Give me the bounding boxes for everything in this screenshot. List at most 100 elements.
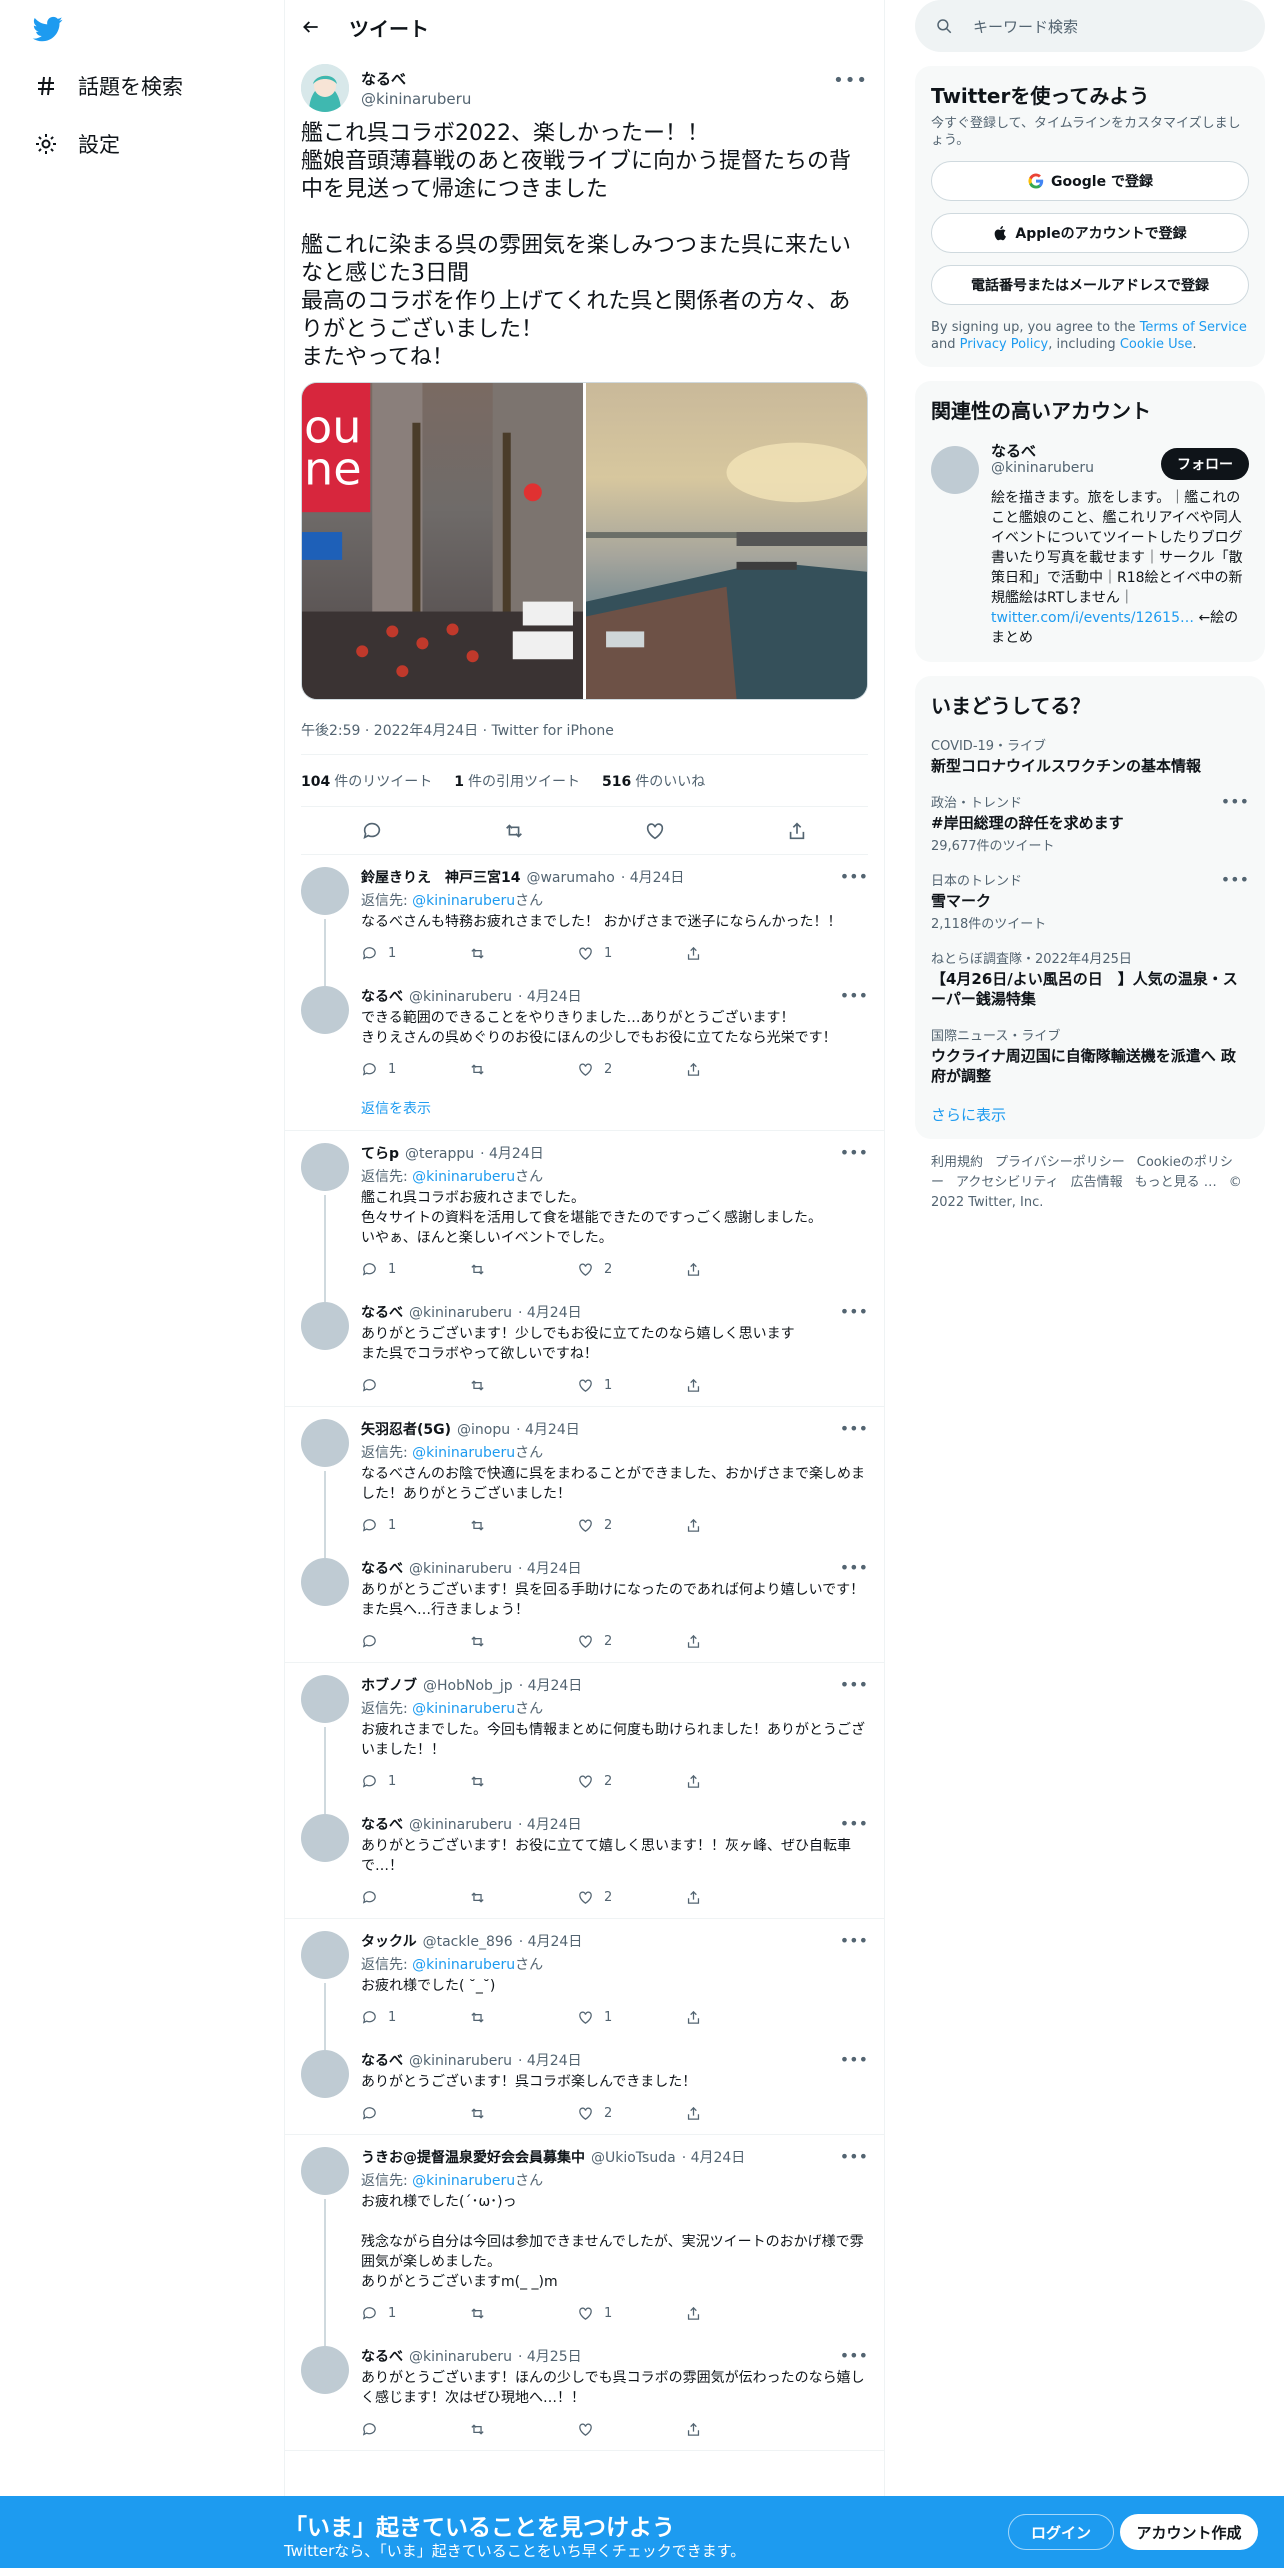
quote-count[interactable]: 1 件の引用ツイート — [454, 771, 580, 791]
reply-icon[interactable] — [361, 2105, 469, 2122]
trend-item[interactable]: 国際ニュース・ライブ ウクライナ周辺国に自衛隊輸送機を派遣へ 政府が調整 — [931, 1025, 1249, 1086]
more-icon[interactable]: ••• — [840, 2147, 868, 2166]
reply-icon[interactable]: 1 — [361, 1773, 469, 1790]
share-icon[interactable] — [685, 2305, 793, 2322]
reply-date[interactable]: · 4月24日 — [621, 867, 685, 887]
retweet-icon[interactable] — [469, 945, 577, 962]
reply-handle[interactable]: @kininaruberu — [409, 1817, 512, 1833]
share-icon[interactable] — [685, 1261, 793, 1278]
reply-icon[interactable] — [361, 1889, 469, 1906]
share-icon[interactable] — [685, 1633, 793, 1650]
reply-icon[interactable]: 1 — [361, 1517, 469, 1534]
reply-to-handle[interactable]: @kininaruberu — [412, 1957, 515, 1973]
reply-to-handle[interactable]: @kininaruberu — [412, 1169, 515, 1185]
reply-name[interactable]: 鈴屋きりえ 神戸三宮14 — [361, 867, 520, 887]
reply-handle[interactable]: @UkioTsuda — [591, 2150, 676, 2166]
more-icon[interactable]: ••• — [840, 1558, 868, 1577]
more-icon[interactable]: ••• — [840, 1675, 868, 1694]
share-icon[interactable] — [685, 1773, 793, 1790]
like-icon[interactable]: 2 — [577, 1633, 685, 1650]
avatar[interactable] — [301, 867, 349, 915]
reply-handle[interactable]: @kininaruberu — [409, 989, 512, 1005]
reply-date[interactable]: · 4月24日 — [682, 2147, 746, 2167]
more-icon[interactable]: ••• — [1221, 870, 1249, 889]
related-account[interactable]: なるべ @kininaruberu フォロー 絵を描きます。旅をします。｜艦これ… — [931, 438, 1249, 648]
more-icon[interactable]: ••• — [833, 70, 868, 91]
trend-item[interactable]: 日本のトレンド 雪マーク 2,118件のツイート ••• — [931, 870, 1249, 932]
more-icon[interactable]: ••• — [840, 2346, 868, 2365]
avatar[interactable] — [301, 1302, 349, 1350]
reply-tweet[interactable]: ••• なるべ @kininaruberu · 4月24日 ありがとうございます！呉を回… — [285, 1546, 884, 1662]
share-icon[interactable] — [685, 2105, 793, 2122]
more-icon[interactable]: ••• — [840, 1302, 868, 1321]
retweet-count[interactable]: 104 件のリツイート — [301, 771, 432, 791]
avatar[interactable] — [301, 986, 349, 1034]
avatar[interactable] — [301, 1814, 349, 1862]
cookie-link[interactable]: Cookie Use — [1120, 337, 1193, 352]
share-icon[interactable] — [685, 2009, 793, 2026]
like-icon[interactable]: 2 — [577, 1889, 685, 1906]
reply-handle[interactable]: @kininaruberu — [409, 1305, 512, 1321]
more-icon[interactable]: ••• — [1221, 792, 1249, 811]
reply-tweet[interactable]: ••• なるべ @kininaruberu · 4月24日 ありがとうございます！少しで… — [285, 1290, 884, 1406]
more-icon[interactable]: ••• — [840, 986, 868, 1005]
reply-icon[interactable]: 1 — [361, 2305, 469, 2322]
search-input[interactable]: キーワード検索 — [915, 0, 1265, 52]
reply-icon[interactable] — [361, 1633, 469, 1650]
like-icon[interactable]: 2 — [577, 1517, 685, 1534]
reply-date[interactable]: · 4月24日 — [518, 1814, 582, 1834]
footer-link[interactable]: もっと見る … — [1135, 1175, 1217, 1190]
like-icon[interactable] — [577, 2421, 685, 2438]
reply-name[interactable]: なるべ — [361, 986, 403, 1006]
reply-name[interactable]: ホブノブ — [361, 1675, 417, 1695]
reply-date[interactable]: · 4月24日 — [519, 1931, 583, 1951]
reply-date[interactable]: · 4月25日 — [518, 2346, 582, 2366]
trend-item[interactable]: ねとらぼ調査隊・2022年4月25日 【4月26日/よい風呂の日 】人気の温泉・ス… — [931, 948, 1249, 1009]
reply-date[interactable]: · 4月24日 — [519, 1675, 583, 1695]
avatar[interactable] — [301, 64, 349, 112]
retweet-icon[interactable] — [469, 1261, 577, 1278]
retweet-icon[interactable] — [469, 2105, 577, 2122]
more-icon[interactable]: ••• — [840, 1931, 868, 1950]
retweet-icon[interactable] — [469, 1061, 577, 1078]
trend-item[interactable]: COVID-19・ライブ 新型コロナウイルスワクチンの基本情報 — [931, 735, 1249, 776]
reply-tweet[interactable]: ••• なるべ @kininaruberu · 4月25日 ありがとうございます！ほんの… — [285, 2334, 884, 2450]
reply-tweet[interactable]: ••• 矢羽忍者(5G) @inopu · 4月24日 返信先: @kininarube… — [285, 1407, 884, 1558]
author-handle[interactable]: @kininaruberu — [361, 90, 471, 108]
show-replies-link[interactable]: 返信を表示 — [285, 1090, 884, 1130]
reply-date[interactable]: · 4月24日 — [480, 1143, 544, 1163]
reply-name[interactable]: なるべ — [361, 1558, 403, 1578]
reply-tweet[interactable]: ••• タックル @tackle_896 · 4月24日 返信先: @kininarub… — [285, 1919, 884, 2050]
reply-tweet[interactable]: ••• なるべ @kininaruberu · 4月24日 できる範囲のできることをやり… — [285, 974, 884, 1090]
photo-harbor[interactable] — [586, 383, 867, 699]
avatar[interactable] — [301, 1558, 349, 1606]
retweet-icon[interactable] — [469, 2421, 577, 2438]
photo-street[interactable]: ou ne — [302, 383, 583, 699]
more-icon[interactable]: ••• — [840, 867, 868, 886]
twitter-logo-icon[interactable] — [32, 14, 64, 44]
reply-handle[interactable]: @kininaruberu — [409, 1561, 512, 1577]
reply-handle[interactable]: @kininaruberu — [409, 2349, 512, 2365]
follow-button[interactable]: フォロー — [1161, 448, 1249, 480]
avatar[interactable] — [301, 1143, 349, 1191]
reply-icon[interactable]: 1 — [361, 945, 469, 962]
reply-date[interactable]: · 4月24日 — [518, 986, 582, 1006]
reply-to-handle[interactable]: @kininaruberu — [412, 1445, 515, 1461]
reply-date[interactable]: · 4月24日 — [518, 2050, 582, 2070]
footer-link[interactable]: 広告情報 — [1071, 1175, 1123, 1190]
reply-date[interactable]: · 4月24日 — [518, 1302, 582, 1322]
share-icon[interactable] — [786, 820, 808, 842]
signup-button[interactable]: アカウント作成 — [1120, 2514, 1258, 2550]
like-icon[interactable]: 2 — [577, 1261, 685, 1278]
like-icon[interactable]: 1 — [577, 1377, 685, 1394]
footer-link[interactable]: 利用規約 — [931, 1155, 983, 1170]
reply-date[interactable]: · 4月24日 — [518, 1558, 582, 1578]
reply-handle[interactable]: @tackle_896 — [423, 1934, 513, 1950]
reply-to-handle[interactable]: @kininaruberu — [412, 2173, 515, 2189]
apple-signup-button[interactable]: Appleのアカウントで登録 — [931, 213, 1249, 253]
reply-name[interactable]: なるべ — [361, 2346, 403, 2366]
reply-tweet[interactable]: ••• うきお@提督温泉愛好会会員募集中 @UkioTsuda · 4月24日 返信先:… — [285, 2135, 884, 2346]
avatar[interactable] — [301, 1675, 349, 1723]
reply-handle[interactable]: @HobNob_jp — [423, 1678, 513, 1694]
reply-name[interactable]: なるべ — [361, 1814, 403, 1834]
